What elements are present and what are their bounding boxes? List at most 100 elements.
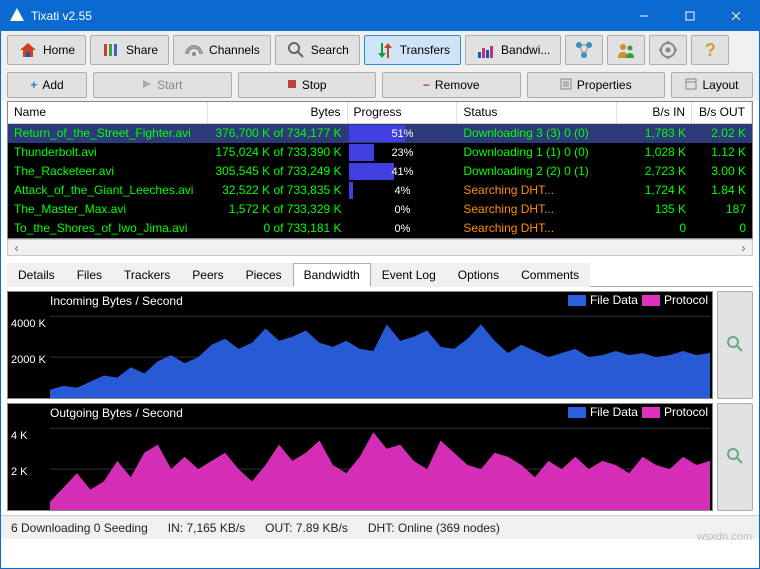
properties-button[interactable]: Properties (527, 72, 666, 98)
cell-name: Thunderbolt.avi (8, 143, 208, 162)
cell-bytes: 1,572 K of 733,329 K (208, 200, 348, 219)
plus-icon: + (30, 78, 37, 92)
table-row[interactable]: Attack_of_the_Giant_Leeches.avi32,522 K … (8, 181, 752, 200)
scroll-right-icon[interactable]: › (735, 240, 752, 255)
share-icon (101, 40, 121, 60)
y-tick-2: 2 K (11, 466, 28, 478)
tab-options[interactable]: Options (447, 263, 510, 287)
start-button[interactable]: Start (93, 72, 232, 98)
cell-status: Searching DHT... (457, 219, 617, 238)
col-bytes[interactable]: Bytes (208, 102, 348, 123)
tab-pieces[interactable]: Pieces (235, 263, 293, 287)
col-progress[interactable]: Progress (348, 102, 458, 123)
horizontal-scrollbar[interactable]: ‹ › (7, 239, 753, 256)
table-row[interactable]: Return_of_the_Street_Fighter.avi376,700 … (8, 124, 752, 143)
share-button[interactable]: Share (90, 35, 169, 65)
home-icon (18, 40, 38, 60)
tab-details[interactable]: Details (7, 263, 66, 287)
cell-name: Attack_of_the_Giant_Leeches.avi (8, 181, 208, 200)
table-row[interactable]: The_Racketeer.avi305,545 K of 733,249 K4… (8, 162, 752, 181)
properties-label: Properties (577, 78, 632, 92)
chart-legend: File Data Protocol (568, 405, 708, 419)
magnifier-icon (726, 447, 744, 468)
remove-label: Remove (435, 78, 480, 92)
maximize-button[interactable] (667, 1, 713, 31)
status-in: IN: 7,165 KB/s (168, 521, 245, 535)
cell-out: 1.12 K (692, 143, 752, 162)
start-label: Start (157, 78, 182, 92)
cell-status: Searching DHT... (457, 181, 617, 200)
close-button[interactable] (713, 1, 759, 31)
network-button[interactable] (565, 35, 603, 65)
channels-button[interactable]: Channels (173, 35, 271, 65)
stop-button[interactable]: Stop (238, 72, 377, 98)
cell-out: 187 (692, 200, 752, 219)
layout-button[interactable]: Layout (671, 72, 753, 98)
bandwidth-panel: Incoming Bytes / Second File Data Protoc… (1, 287, 759, 511)
col-out[interactable]: B/s OUT (692, 102, 752, 123)
bandwidth-button[interactable]: Bandwi... (465, 35, 561, 65)
search-button[interactable]: Search (275, 35, 360, 65)
table-row[interactable]: Thunderbolt.avi175,024 K of 733,390 K23%… (8, 143, 752, 162)
col-status[interactable]: Status (457, 102, 617, 123)
add-label: Add (42, 78, 63, 92)
home-label: Home (43, 43, 75, 57)
add-button[interactable]: + Add (7, 72, 87, 98)
cell-progress: 41% (348, 162, 458, 181)
help-button[interactable]: ? (691, 35, 729, 65)
share-label: Share (126, 43, 158, 57)
cell-progress: 23% (348, 143, 458, 162)
table-row[interactable]: To_the_Shores_of_Iwo_Jima.avi0 of 733,18… (8, 219, 752, 238)
y-tick-2: 2000 K (11, 354, 46, 366)
cell-status: Downloading 2 (2) 0 (1) (457, 162, 617, 181)
col-in[interactable]: B/s IN (617, 102, 692, 123)
minimize-button[interactable] (621, 1, 667, 31)
cell-in: 2,723 K (617, 162, 692, 181)
tab-files[interactable]: Files (66, 263, 113, 287)
legend-filedata-label: File Data (590, 293, 638, 307)
channels-label: Channels (209, 43, 260, 57)
cell-in: 135 K (617, 200, 692, 219)
chart-area (50, 418, 710, 510)
help-icon: ? (700, 40, 720, 60)
cell-in: 1,783 K (617, 124, 692, 143)
home-button[interactable]: Home (7, 35, 86, 65)
zoom-in-button[interactable] (717, 291, 753, 399)
remove-button[interactable]: −Remove (382, 72, 521, 98)
search-label: Search (311, 43, 349, 57)
transfers-grid: Name Bytes Progress Status B/s IN B/s OU… (7, 101, 753, 239)
col-name[interactable]: Name (8, 102, 208, 123)
status-bar: 6 Downloading 0 Seeding IN: 7,165 KB/s O… (1, 515, 759, 539)
network-icon (574, 40, 594, 60)
cell-name: The_Master_Max.avi (8, 200, 208, 219)
cell-bytes: 175,024 K of 733,390 K (208, 143, 348, 162)
cell-status: Searching DHT... (457, 200, 617, 219)
cell-status: Downloading 3 (3) 0 (0) (457, 124, 617, 143)
window-title: Tixati v2.55 (31, 9, 621, 23)
chart-legend: File Data Protocol (568, 293, 708, 307)
tab-comments[interactable]: Comments (510, 263, 590, 287)
minus-icon: − (423, 78, 430, 92)
transfers-label: Transfers (400, 43, 450, 57)
stop-label: Stop (302, 78, 327, 92)
cell-in: 1,028 K (617, 143, 692, 162)
people-icon (616, 40, 636, 60)
cell-in: 0 (617, 219, 692, 238)
cell-status: Downloading 1 (1) 0 (0) (457, 143, 617, 162)
channels-icon (184, 40, 204, 60)
app-icon (9, 7, 31, 26)
peers-button[interactable] (607, 35, 645, 65)
tab-trackers[interactable]: Trackers (113, 263, 181, 287)
tab-event-log[interactable]: Event Log (371, 263, 447, 287)
status-downloads: 6 Downloading 0 Seeding (11, 521, 148, 535)
tab-peers[interactable]: Peers (181, 263, 234, 287)
settings-button[interactable] (649, 35, 687, 65)
legend-filedata-label: File Data (590, 405, 638, 419)
legend-protocol-label: Protocol (664, 293, 708, 307)
tab-bandwidth[interactable]: Bandwidth (293, 263, 371, 287)
table-row[interactable]: The_Master_Max.avi1,572 K of 733,329 K0%… (8, 200, 752, 219)
zoom-out-button[interactable] (717, 403, 753, 511)
transfers-button[interactable]: Transfers (364, 35, 461, 65)
chart-area (50, 306, 710, 398)
scroll-left-icon[interactable]: ‹ (8, 240, 25, 255)
